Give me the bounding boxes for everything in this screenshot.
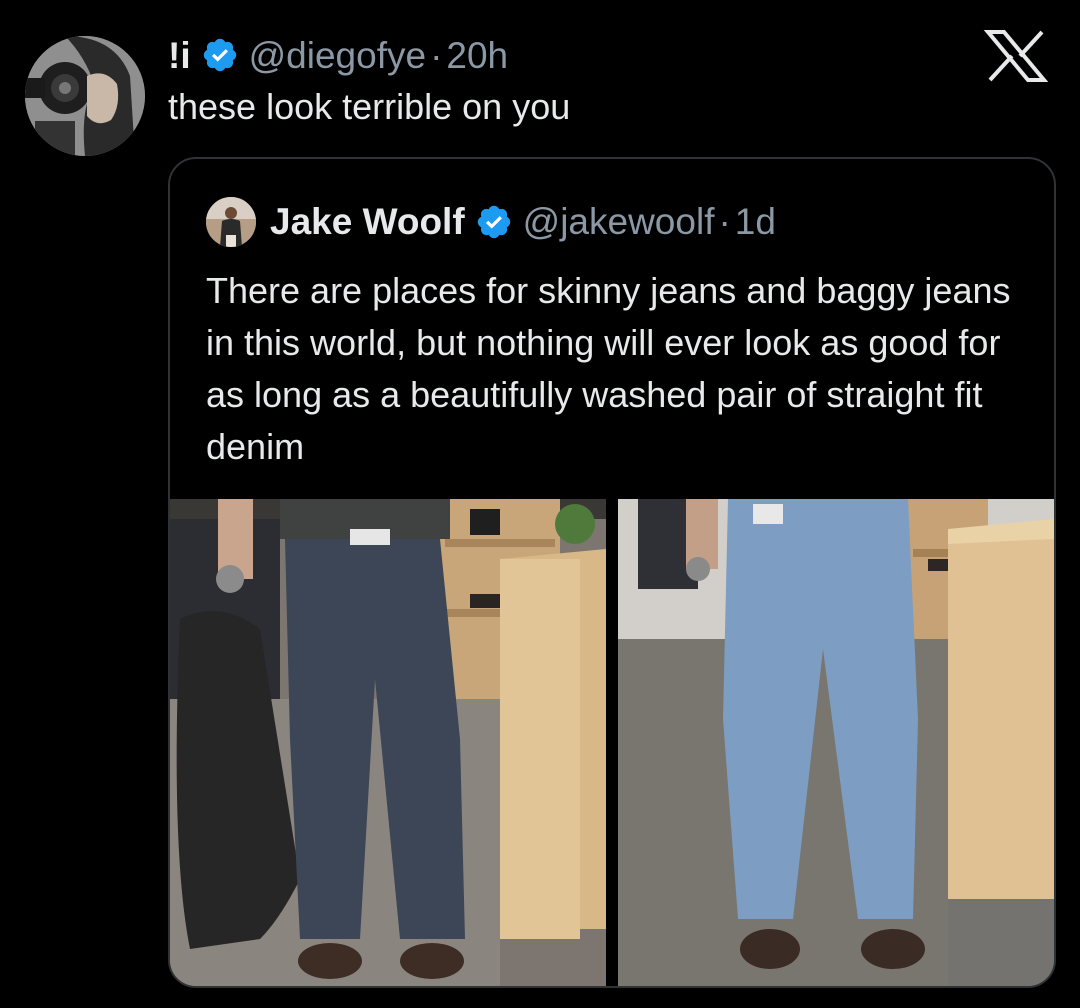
timestamp[interactable]: 20h [446,37,508,74]
tweet-text: these look terrible on you [168,86,571,127]
light-wash-jeans-photo-icon [618,499,1054,986]
avatar-camera-icon [25,36,145,156]
quoted-verified-badge-icon [477,205,510,239]
quoted-tweet-header: Jake Woolf @jakewoolf · 1d [206,195,776,249]
profile-avatar[interactable] [25,36,145,156]
tweet-header: !i @diegofye · 20h [168,30,508,80]
x-logo-button[interactable] [980,28,1052,84]
dark-wash-jeans-photo-icon [170,499,606,986]
quoted-timestamp[interactable]: 1d [735,201,776,243]
media-photo-dark-jeans[interactable] [170,499,606,986]
quoted-display-name[interactable]: Jake Woolf [270,201,465,243]
separator-dot: · [430,34,443,76]
handle[interactable]: @diegofye [249,37,426,74]
quoted-separator-dot: · [718,201,731,242]
quoted-avatar[interactable] [206,197,256,247]
media-photo-light-jeans[interactable] [618,499,1054,986]
verified-badge-icon [203,38,236,72]
x-logo-icon [983,30,1049,82]
quoted-handle[interactable]: @jakewoolf [523,201,715,243]
quoted-avatar-image [206,197,256,247]
quoted-tweet-text: There are places for skinny jeans and ba… [206,270,1011,467]
quoted-media-grid [170,499,1054,986]
display-name[interactable]: !i [168,37,191,74]
quoted-tweet-card[interactable]: Jake Woolf @jakewoolf · 1d There are pla… [168,157,1056,988]
